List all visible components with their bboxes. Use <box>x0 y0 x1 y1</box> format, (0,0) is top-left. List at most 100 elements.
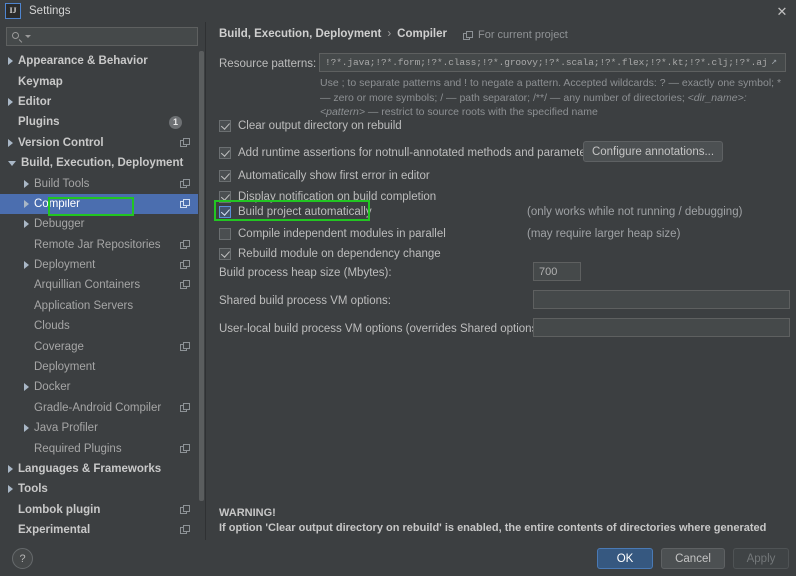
chevron-right-icon[interactable] <box>8 97 13 106</box>
sidebar-item-arquillian-containers[interactable]: Arquillian Containers <box>0 275 198 295</box>
sidebar-item-experimental[interactable]: Experimental <box>0 520 198 540</box>
close-icon[interactable]: ✕ <box>774 3 790 19</box>
sidebar-item-label: Gradle-Android Compiler <box>34 401 162 414</box>
sidebar-scrollbar-thumb[interactable] <box>199 51 204 501</box>
sidebar-item-tools[interactable]: Tools <box>0 479 198 499</box>
sidebar-item-appearance-behavior[interactable]: Appearance & Behavior <box>0 51 198 71</box>
checkbox-box[interactable] <box>219 170 231 182</box>
chevron-right-icon[interactable] <box>24 261 29 270</box>
expand-icon[interactable]: ↗ <box>771 57 781 68</box>
settings-tree: Appearance & Behavior Keymap Editor Plugins… <box>0 51 198 540</box>
checkbox-label: Rebuild module on dependency change <box>238 248 441 260</box>
sidebar-item-remote-jar-repositories[interactable]: Remote Jar Repositories <box>0 235 198 255</box>
sidebar-item-compiler[interactable]: Compiler <box>0 193 198 215</box>
checkbox-box[interactable] <box>219 228 231 240</box>
checkbox-box[interactable] <box>219 147 231 159</box>
sidebar-item-plugins[interactable]: Plugins 1 <box>0 112 198 132</box>
checkbox-note-build-project-automatically: (only works while not running / debuggin… <box>527 206 743 218</box>
breadcrumb-parent[interactable]: Build, Execution, Deployment <box>219 28 381 40</box>
checkbox-note-compile-independent-modules-in-parallel: (may require larger heap size) <box>527 228 681 240</box>
user-vm-options-label: User-local build process VM options (ove… <box>219 323 545 335</box>
checkbox-display-notification-on-build-completion[interactable]: Display notification on build completion <box>219 189 436 205</box>
sidebar-item-editor[interactable]: Editor <box>0 92 198 112</box>
project-scope-icon <box>180 178 190 189</box>
chevron-right-icon[interactable] <box>24 424 29 433</box>
sidebar-item-label: Required Plugins <box>34 442 122 455</box>
hint-line-2c: — restrict to <box>364 106 425 118</box>
project-scope-icon <box>180 137 190 148</box>
help-button[interactable]: ? <box>12 548 33 569</box>
shared-vm-options-input[interactable] <box>533 290 790 309</box>
chevron-right-icon[interactable] <box>8 57 13 66</box>
title-bar: IJ Settings ✕ <box>0 0 796 22</box>
sidebar-item-java-profiler[interactable]: Java Profiler <box>0 418 198 438</box>
chevron-right-icon[interactable] <box>24 220 29 229</box>
search-icon <box>12 31 24 43</box>
project-scope-icon <box>180 260 190 270</box>
checkbox-automatically-show-first-error-in-editor[interactable]: Automatically show first error in editor <box>219 168 430 184</box>
sidebar-item-label: Keymap <box>18 75 63 88</box>
sidebar-item-lombok-plugin[interactable]: Lombok plugin <box>0 500 198 520</box>
breadcrumb-separator: › <box>387 28 392 40</box>
checkbox-box[interactable] <box>219 120 231 132</box>
checkbox-compile-independent-modules-in-parallel[interactable]: Compile independent modules in parallel <box>219 226 446 242</box>
sidebar-item-docker[interactable]: Docker <box>0 377 198 397</box>
sidebar-item-debugger[interactable]: Debugger <box>0 214 198 234</box>
breadcrumb-current: Compiler <box>397 28 447 40</box>
cancel-button[interactable]: Cancel <box>661 548 725 569</box>
checkbox-box[interactable] <box>219 206 231 218</box>
sidebar-item-version-control[interactable]: Version Control <box>0 133 198 153</box>
sidebar-item-clouds[interactable]: Clouds <box>0 316 198 336</box>
resource-patterns-hint: Use ; to separate patterns and ! to nega… <box>320 76 786 120</box>
chevron-down-icon[interactable] <box>8 160 16 166</box>
resource-patterns-label: Resource patterns: <box>219 58 317 70</box>
chevron-right-icon[interactable] <box>24 383 29 392</box>
sidebar-item-build-execution-deployment[interactable]: Build, Execution, Deployment <box>0 153 198 173</box>
checkbox-clear-output-directory-on-rebuild[interactable]: Clear output directory on rebuild <box>219 118 402 134</box>
sidebar-item-label: Compiler <box>34 197 81 210</box>
checkbox-box[interactable] <box>219 248 231 260</box>
sidebar-item-gradle-android-compiler[interactable]: Gradle-Android Compiler <box>0 398 198 418</box>
resource-patterns-input[interactable]: !?*.java;!?*.form;!?*.class;!?*.groovy;!… <box>319 53 786 72</box>
heap-size-value: 700 <box>539 265 558 278</box>
sidebar-item-label: Remote Jar Repositories <box>34 238 161 251</box>
checkbox-label: Clear output directory on rebuild <box>238 120 402 132</box>
search-input[interactable] <box>6 27 198 46</box>
chevron-right-icon[interactable] <box>24 199 29 208</box>
user-vm-options-input[interactable] <box>533 318 790 337</box>
sidebar-item-deployment[interactable]: Deployment <box>0 255 198 275</box>
chevron-right-icon[interactable] <box>8 485 13 494</box>
sidebar-scrollbar[interactable] <box>198 51 205 540</box>
sidebar-item-application-servers[interactable]: Application Servers <box>0 296 198 316</box>
sidebar-item-required-plugins[interactable]: Required Plugins <box>0 438 198 458</box>
checkbox-add-runtime-assertions-for-notnull-annotated-methods-and-parameters[interactable]: Add runtime assertions for notnull-annot… <box>219 145 595 161</box>
chevron-right-icon[interactable] <box>24 179 29 188</box>
checkbox-label: Display notification on build completion <box>238 191 437 203</box>
sidebar-item-coverage[interactable]: Coverage <box>0 336 198 356</box>
sidebar-item-deployment[interactable]: Deployment <box>0 357 198 377</box>
project-scope-icon <box>180 198 190 209</box>
checkbox-build-project-automatically[interactable]: Build project automatically <box>219 204 372 220</box>
checkbox-label: Compile independent modules in parallel <box>238 228 446 240</box>
configure-annotations-button[interactable]: Configure annotations... <box>583 141 723 162</box>
chevron-right-icon[interactable] <box>8 138 13 147</box>
sidebar-item-label: Version Control <box>18 136 104 149</box>
sidebar-item-label: Build, Execution, Deployment <box>21 157 184 170</box>
sidebar-item-build-tools[interactable]: Build Tools <box>0 173 198 193</box>
ok-button[interactable]: OK <box>597 548 653 569</box>
sidebar-item-label: Lombok plugin <box>18 503 101 516</box>
sidebar-item-label: Docker <box>34 381 71 394</box>
chevron-right-icon[interactable] <box>8 465 13 473</box>
sidebar-item-languages-frameworks[interactable]: Languages & Frameworks <box>0 459 198 479</box>
apply-button[interactable]: Apply <box>733 548 789 569</box>
intellij-idea-icon: IJ <box>5 3 21 19</box>
scope-indicator: For current project <box>463 29 568 41</box>
sidebar-item-badge: 1 <box>169 115 182 129</box>
checkbox-box[interactable] <box>219 191 231 203</box>
checkbox-rebuild-module-on-dependency-change[interactable]: Rebuild module on dependency change <box>219 246 441 262</box>
scope-label: For current project <box>478 29 568 41</box>
heap-size-input[interactable]: 700 <box>533 262 581 281</box>
project-scope-icon <box>180 443 190 454</box>
sidebar-item-label: Deployment <box>34 259 96 272</box>
sidebar-item-keymap[interactable]: Keymap <box>0 71 198 91</box>
